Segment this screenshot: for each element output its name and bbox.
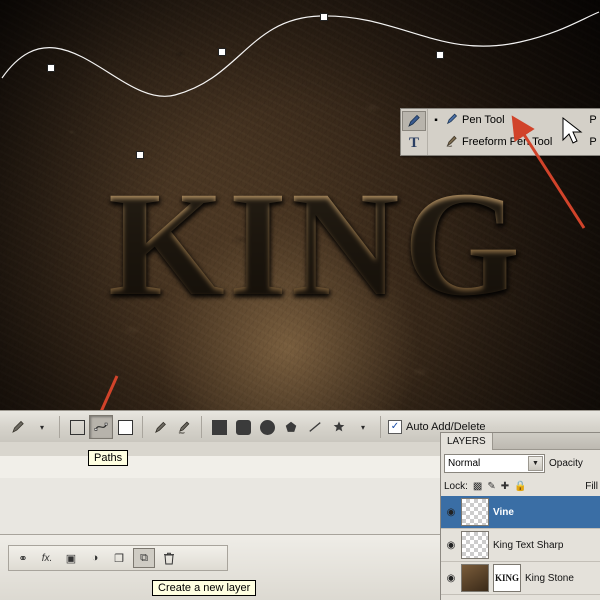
- layer-thumbnail[interactable]: [461, 498, 489, 526]
- lock-position-icon[interactable]: ✚: [501, 481, 509, 492]
- layers-panel[interactable]: LAYERS Normal ▼ Opacity Lock: ▩ ✎ ✚ 🔒 Fi…: [440, 432, 600, 600]
- fill-pixels-icon: [118, 420, 133, 435]
- paths-button[interactable]: [89, 415, 113, 439]
- layer-row-king-stone[interactable]: ◉ KING King Stone: [441, 562, 600, 595]
- flyout-item-freeform-pen-tool[interactable]: Freeform Pen Tool P: [428, 131, 600, 153]
- flyout-tool-column: T: [401, 109, 428, 155]
- freeform-pen-tool-button[interactable]: [172, 415, 196, 439]
- selected-bullet-icon: ▪: [430, 115, 442, 126]
- pen-tool-icon: [442, 112, 462, 129]
- lock-all-icon[interactable]: 🔒: [514, 481, 526, 492]
- rounded-rectangle-icon: [236, 420, 251, 435]
- create-new-layer-tooltip: Create a new layer: [152, 580, 256, 596]
- left-panel-gutter: [0, 442, 441, 534]
- options-separator: [380, 416, 381, 438]
- rectangle-tool-button[interactable]: [207, 415, 231, 439]
- lock-transparent-pixels-icon[interactable]: ▩: [473, 481, 482, 492]
- tool-preset-icon[interactable]: [6, 415, 30, 439]
- flyout-item-label: Pen Tool: [462, 114, 585, 126]
- type-tool-icon[interactable]: T: [403, 134, 425, 152]
- new-fill-adjustment-icon[interactable]: ◑: [85, 549, 105, 567]
- delete-layer-icon[interactable]: [159, 549, 179, 567]
- chevron-down-icon[interactable]: ▼: [528, 456, 543, 471]
- tab-layers[interactable]: LAYERS: [441, 433, 493, 450]
- custom-shape-dropdown[interactable]: ▾: [351, 415, 375, 439]
- pen-tool-flyout-menu[interactable]: T ▪ Pen Tool P Freeform Pen Tool P: [400, 108, 600, 156]
- eye-icon[interactable]: ◉: [441, 507, 461, 518]
- lock-image-pixels-icon[interactable]: ✎: [487, 481, 495, 492]
- path-anchor-point[interactable]: [218, 48, 226, 56]
- opacity-label: Opacity: [549, 458, 583, 469]
- blend-mode-select[interactable]: Normal ▼: [444, 454, 545, 473]
- layer-name: Vine: [493, 507, 514, 518]
- flyout-item-pen-tool[interactable]: ▪ Pen Tool P: [428, 109, 600, 131]
- tool-preset-dropdown[interactable]: ▾: [30, 415, 54, 439]
- custom-shape-tool-button[interactable]: [327, 415, 351, 439]
- gutter-row-top: [0, 442, 440, 457]
- layer-action-buttons[interactable]: ⚭ fx. ▣ ◑ ❐ ⧉: [8, 545, 228, 571]
- paths-tooltip: Paths: [88, 450, 128, 466]
- eye-icon[interactable]: ◉: [441, 540, 461, 551]
- flyout-item-shortcut: P: [585, 114, 600, 126]
- fill-label: Fill: [585, 481, 598, 492]
- lock-row[interactable]: Lock: ▩ ✎ ✚ 🔒 Fill: [441, 476, 600, 496]
- layer-style-icon[interactable]: fx.: [37, 549, 57, 567]
- path-anchor-point[interactable]: [436, 51, 444, 59]
- path-anchor-point[interactable]: [136, 151, 144, 159]
- create-new-layer-button[interactable]: ⧉: [133, 548, 155, 568]
- options-separator: [142, 416, 143, 438]
- options-separator: [59, 416, 60, 438]
- photoshop-screenshot: KING KING T ▪ Pen Tool P: [0, 0, 600, 600]
- layer-name: King Text Sharp: [493, 540, 563, 551]
- pen-path-overlay: [0, 0, 600, 200]
- flyout-item-list: ▪ Pen Tool P Freeform Pen Tool P: [428, 109, 600, 155]
- layer-name: King Stone: [525, 573, 574, 584]
- blend-mode-value: Normal: [448, 458, 480, 469]
- path-anchor-point[interactable]: [320, 13, 328, 21]
- flyout-item-shortcut: P: [585, 136, 600, 148]
- layer-thumbnail[interactable]: [461, 531, 489, 559]
- pen-tool-button[interactable]: [148, 415, 172, 439]
- new-group-icon[interactable]: ❐: [109, 549, 129, 567]
- layers-panel-tabbar[interactable]: LAYERS: [441, 433, 600, 450]
- path-anchor-point[interactable]: [47, 64, 55, 72]
- eye-icon[interactable]: ◉: [441, 573, 461, 584]
- fill-pixels-button[interactable]: [113, 415, 137, 439]
- freeform-pen-tool-icon: [442, 134, 462, 151]
- layer-row-king-text-sharp[interactable]: ◉ King Text Sharp: [441, 529, 600, 562]
- pen-tool-icon[interactable]: [402, 111, 426, 131]
- layer-mask-icon[interactable]: ▣: [61, 549, 81, 567]
- shape-layers-button[interactable]: [65, 415, 89, 439]
- flyout-item-label: Freeform Pen Tool: [462, 136, 585, 148]
- type-tool-glyph: T: [409, 135, 419, 152]
- checkbox-icon: ✓: [388, 420, 402, 434]
- rectangle-icon: [212, 420, 227, 435]
- layer-row-vine[interactable]: ◉ Vine: [441, 496, 600, 529]
- link-layers-icon[interactable]: ⚭: [13, 549, 33, 567]
- chevron-down-icon: ▾: [40, 423, 44, 432]
- rounded-rectangle-tool-button[interactable]: [231, 415, 255, 439]
- gutter-row-middle: [0, 456, 440, 479]
- blend-mode-row[interactable]: Normal ▼ Opacity: [441, 450, 600, 476]
- layer-thumbnail[interactable]: [461, 564, 489, 592]
- line-tool-button[interactable]: [303, 415, 327, 439]
- options-separator: [201, 416, 202, 438]
- ellipse-icon: [260, 420, 275, 435]
- polygon-tool-button[interactable]: [279, 415, 303, 439]
- gutter-row-bottom: [0, 478, 440, 534]
- ellipse-tool-button[interactable]: [255, 415, 279, 439]
- chevron-down-icon: ▾: [361, 423, 365, 432]
- lock-label: Lock:: [444, 481, 468, 492]
- shape-layer-icon: [70, 420, 85, 435]
- layer-thumbnail-text[interactable]: KING: [493, 564, 521, 592]
